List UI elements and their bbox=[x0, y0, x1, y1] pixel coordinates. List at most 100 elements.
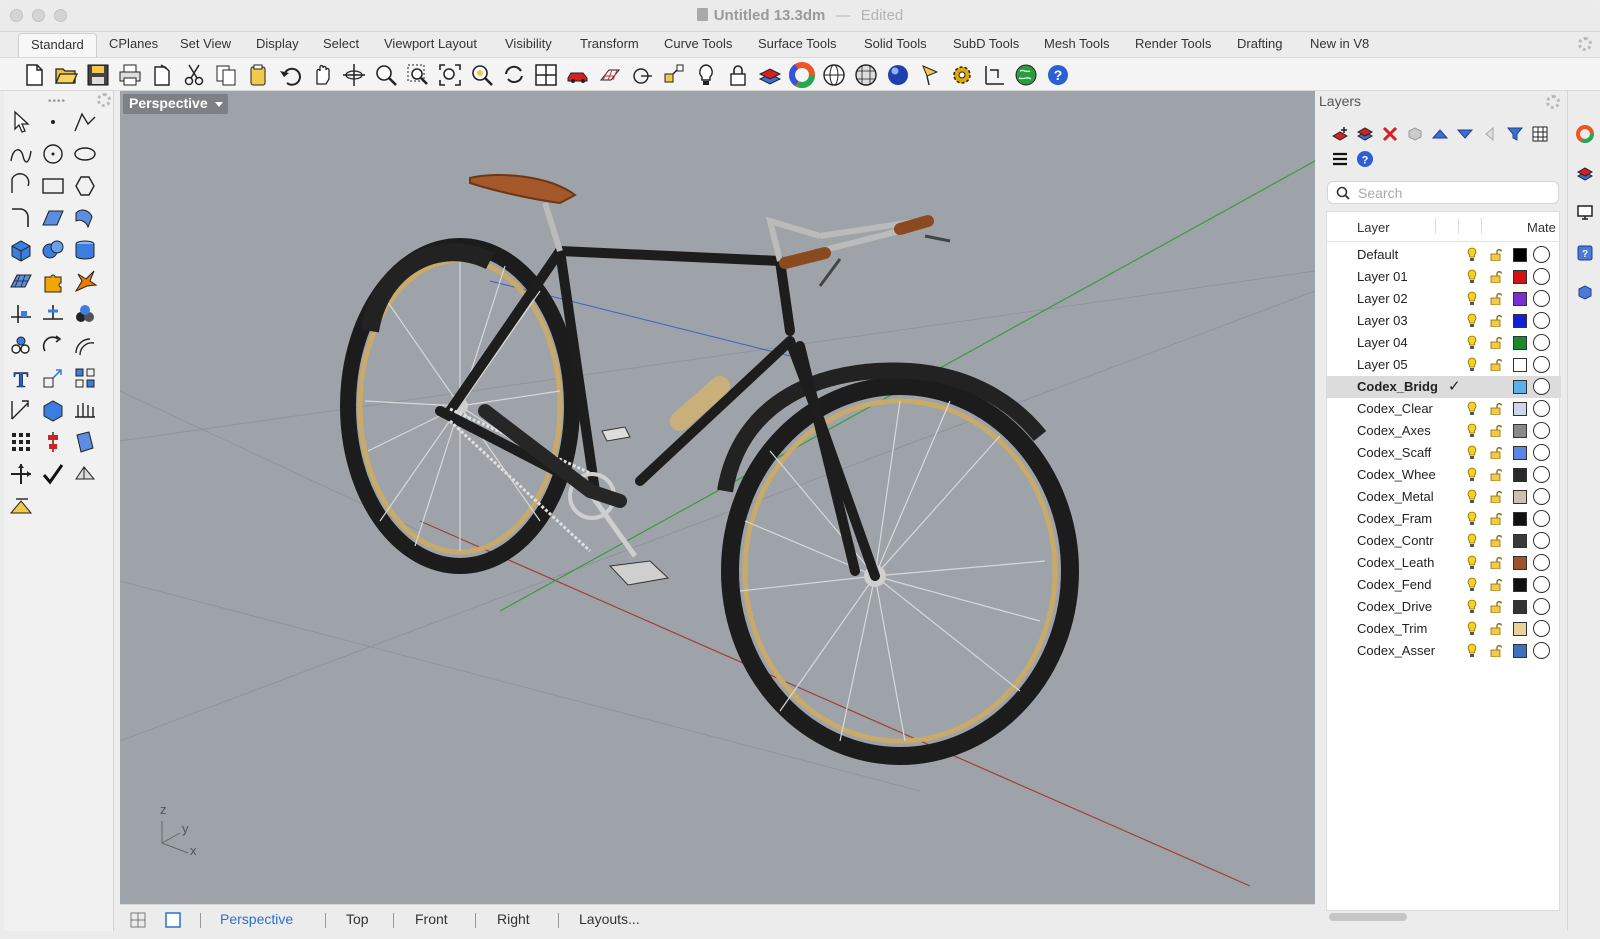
tabbar-settings-icon[interactable] bbox=[1578, 37, 1592, 51]
layer-row[interactable]: Codex_Fram bbox=[1327, 508, 1561, 530]
layer-name[interactable]: Codex_Axes bbox=[1357, 423, 1437, 438]
layer-row[interactable]: Codex_Whee bbox=[1327, 464, 1561, 486]
column-header-material[interactable]: Mate bbox=[1527, 220, 1556, 235]
trim-icon[interactable] bbox=[8, 301, 34, 327]
layer-color-swatch[interactable] bbox=[1513, 336, 1527, 350]
layer-row[interactable]: Codex_Drive bbox=[1327, 596, 1561, 618]
layer-material-icon[interactable] bbox=[1533, 576, 1550, 593]
visibility-bulb-icon[interactable] bbox=[1467, 291, 1477, 306]
tab-new-in-v8[interactable]: New in V8 bbox=[1310, 36, 1369, 51]
layer-icon[interactable] bbox=[757, 62, 783, 88]
layer-name[interactable]: Default bbox=[1357, 247, 1437, 262]
unlocked-icon[interactable] bbox=[1490, 336, 1503, 349]
layer-name[interactable]: Codex_Scaff bbox=[1357, 445, 1437, 460]
unlocked-icon[interactable] bbox=[1490, 644, 1503, 657]
unlocked-icon[interactable] bbox=[1490, 314, 1503, 327]
car-icon[interactable] bbox=[565, 62, 591, 88]
layer-name[interactable]: Codex_Trim bbox=[1357, 621, 1437, 636]
move-up-icon[interactable] bbox=[1431, 125, 1449, 143]
layer-material-icon[interactable] bbox=[1533, 554, 1550, 571]
hamburger-menu-icon[interactable] bbox=[1331, 150, 1349, 168]
column-header-layer[interactable]: Layer bbox=[1357, 220, 1390, 235]
unlocked-icon[interactable] bbox=[1490, 292, 1503, 305]
layer-row[interactable]: Layer 02 bbox=[1327, 288, 1561, 310]
layer-material-icon[interactable] bbox=[1533, 642, 1550, 659]
render-sphere-icon[interactable] bbox=[885, 62, 911, 88]
viewport-tab-perspective[interactable]: Perspective bbox=[220, 911, 293, 927]
zoom-extents-icon[interactable] bbox=[437, 62, 463, 88]
properties-panel-icon[interactable] bbox=[1576, 283, 1594, 301]
layer-material-icon[interactable] bbox=[1533, 488, 1550, 505]
visibility-bulb-icon[interactable] bbox=[1467, 445, 1477, 460]
layer-material-icon[interactable] bbox=[1533, 400, 1550, 417]
unlocked-icon[interactable] bbox=[1490, 556, 1503, 569]
unlocked-icon[interactable] bbox=[1490, 270, 1503, 283]
layer-row[interactable]: Codex_Clear bbox=[1327, 398, 1561, 420]
layer-row[interactable]: Codex_Bridg ✓ bbox=[1327, 376, 1561, 398]
layer-material-icon[interactable] bbox=[1533, 290, 1550, 307]
layer-name[interactable]: Codex_Fram bbox=[1357, 511, 1437, 526]
unroll-icon[interactable] bbox=[72, 429, 98, 455]
help-icon[interactable]: ? bbox=[1045, 62, 1071, 88]
tab-transform[interactable]: Transform bbox=[580, 36, 639, 51]
dimension-tool-icon[interactable] bbox=[8, 397, 34, 423]
single-layout-icon[interactable] bbox=[165, 912, 181, 928]
viewport-tab-front[interactable]: Front bbox=[415, 911, 448, 927]
layer-name[interactable]: Layer 04 bbox=[1357, 335, 1437, 350]
unlocked-icon[interactable] bbox=[1490, 424, 1503, 437]
layer-row[interactable]: Codex_Leath bbox=[1327, 552, 1561, 574]
gumball-move-icon[interactable] bbox=[8, 461, 34, 487]
layer-material-icon[interactable] bbox=[1533, 620, 1550, 637]
point-icon[interactable] bbox=[40, 109, 66, 135]
rotate-view-icon[interactable] bbox=[341, 62, 367, 88]
unlocked-icon[interactable] bbox=[1490, 248, 1503, 261]
visibility-bulb-icon[interactable] bbox=[1467, 401, 1477, 416]
visibility-bulb-icon[interactable] bbox=[1467, 599, 1477, 614]
print-icon[interactable] bbox=[117, 62, 143, 88]
layer-material-icon[interactable] bbox=[1533, 356, 1550, 373]
layer-list-scrollbar[interactable] bbox=[1329, 913, 1559, 921]
save-icon[interactable] bbox=[85, 62, 111, 88]
tab-solid-tools[interactable]: Solid Tools bbox=[864, 36, 927, 51]
layers-settings-icon[interactable] bbox=[1546, 95, 1560, 109]
zoom-window-icon[interactable] bbox=[405, 62, 431, 88]
tab-mesh-tools[interactable]: Mesh Tools bbox=[1044, 36, 1110, 51]
layer-name[interactable]: Layer 02 bbox=[1357, 291, 1437, 306]
lock-icon[interactable] bbox=[725, 62, 751, 88]
explode-icon[interactable] bbox=[72, 269, 98, 295]
gear-icon[interactable] bbox=[949, 62, 975, 88]
dimension-icon[interactable] bbox=[981, 62, 1007, 88]
layer-search-input[interactable]: Search bbox=[1327, 181, 1559, 204]
rotate-icon[interactable] bbox=[40, 333, 66, 359]
layer-color-swatch[interactable] bbox=[1513, 490, 1527, 504]
layers-help-icon[interactable]: ? bbox=[1356, 150, 1374, 168]
layer-color-swatch[interactable] bbox=[1513, 292, 1527, 306]
align-icon[interactable] bbox=[40, 429, 66, 455]
tab-drafting[interactable]: Drafting bbox=[1237, 36, 1283, 51]
display-panel-icon[interactable] bbox=[1576, 203, 1594, 221]
grid-layout-icon[interactable] bbox=[130, 912, 146, 928]
box-icon[interactable] bbox=[8, 237, 34, 263]
viewport-canvas[interactable] bbox=[120, 91, 1315, 904]
sphere-wireframe-icon[interactable] bbox=[821, 62, 847, 88]
viewport-title[interactable]: Perspective bbox=[123, 94, 214, 114]
visibility-bulb-icon[interactable] bbox=[1467, 269, 1477, 284]
circle-icon[interactable] bbox=[40, 141, 66, 167]
layer-name[interactable]: Codex_Leath bbox=[1357, 555, 1437, 570]
unlocked-icon[interactable] bbox=[1490, 446, 1503, 459]
move-out-icon[interactable] bbox=[1481, 125, 1499, 143]
sphere-grid-icon[interactable] bbox=[853, 62, 879, 88]
layer-row[interactable]: Codex_Contr bbox=[1327, 530, 1561, 552]
new-file-icon[interactable] bbox=[21, 62, 47, 88]
perspective-viewport[interactable]: z y x Perspective bbox=[120, 91, 1315, 904]
join-icon[interactable] bbox=[72, 301, 98, 327]
layer-material-icon[interactable] bbox=[1533, 246, 1550, 263]
tab-visibility[interactable]: Visibility bbox=[505, 36, 552, 51]
layer-color-swatch[interactable] bbox=[1513, 380, 1527, 394]
delete-layer-icon[interactable] bbox=[1381, 125, 1399, 143]
layer-list[interactable]: Layer Mate Default Layer 01 Layer 02 Layer … bbox=[1326, 211, 1561, 911]
offset-icon[interactable] bbox=[72, 333, 98, 359]
tab-standard[interactable]: Standard bbox=[18, 33, 97, 57]
unlocked-icon[interactable] bbox=[1490, 622, 1503, 635]
layer-row[interactable]: Codex_Metal bbox=[1327, 486, 1561, 508]
